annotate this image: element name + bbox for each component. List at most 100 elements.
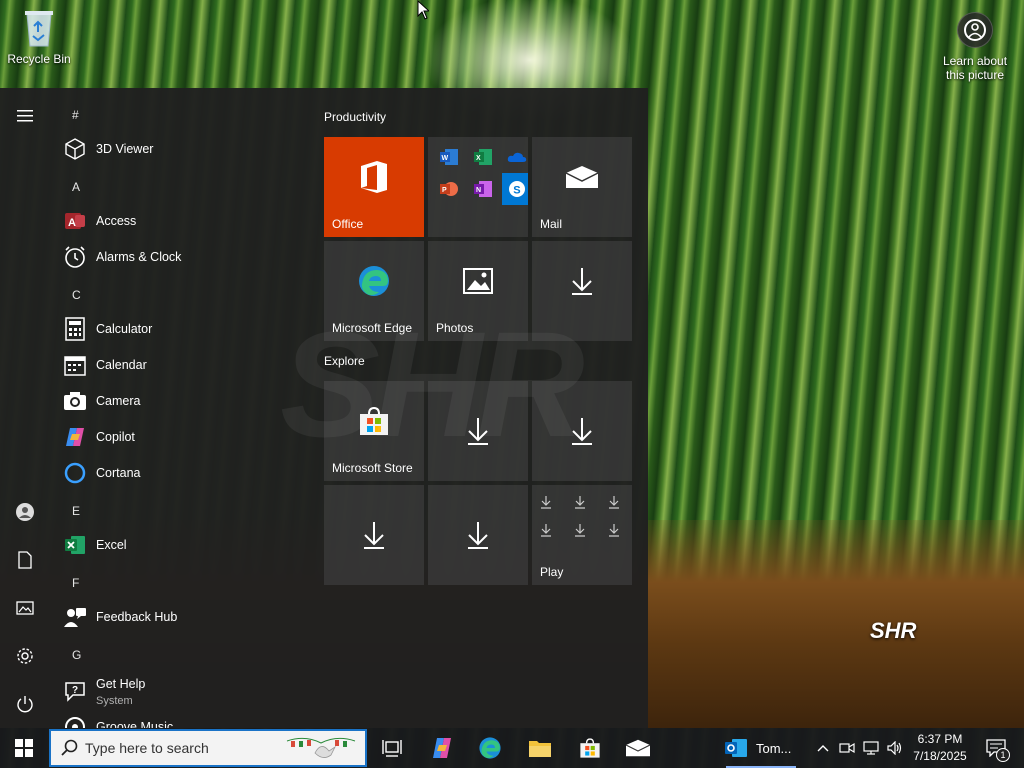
mail-taskbar-button[interactable] <box>614 728 662 768</box>
tile-microsoft-store[interactable]: Microsoft Store <box>324 381 424 481</box>
tile-photos[interactable]: Photos <box>428 241 528 341</box>
documents-button[interactable] <box>0 540 50 580</box>
letter-header[interactable]: E <box>72 504 80 518</box>
taskbar-search-box[interactable] <box>49 729 367 767</box>
calculator-icon <box>62 316 88 342</box>
folder-icon <box>529 741 551 757</box>
tile-play-folder[interactable]: Play <box>532 485 632 585</box>
recycle-bin-label: Recycle Bin <box>7 52 71 66</box>
task-view-button[interactable] <box>368 728 416 768</box>
search-highlight-icon <box>283 733 359 763</box>
windows-logo-icon <box>15 739 33 757</box>
clock-time: 6:37 PM <box>917 732 963 746</box>
expand-menu-button[interactable] <box>0 96 50 136</box>
hamburger-icon <box>17 110 33 122</box>
group-title-explore[interactable]: Explore <box>324 354 365 368</box>
cortana-icon <box>62 460 88 486</box>
meet-now-button[interactable] <box>836 728 858 768</box>
file-explorer-button[interactable] <box>516 728 564 768</box>
app-camera[interactable]: Camera <box>62 383 302 419</box>
app-get-help[interactable]: ? Get Help System <box>62 671 302 711</box>
download-icon <box>541 496 551 509</box>
tile-label: Microsoft Edge <box>332 321 413 335</box>
speaker-icon <box>887 741 902 755</box>
shr-logo: SHR <box>870 620 916 642</box>
outlook-taskbar-button[interactable]: Tom... <box>716 728 806 768</box>
gear-icon <box>17 648 33 664</box>
onenote-icon: N <box>468 175 498 203</box>
app-label: Get Help <box>96 677 146 691</box>
app-feedback-hub[interactable]: Feedback Hub <box>62 599 302 635</box>
start-button[interactable] <box>0 728 48 768</box>
letter-header[interactable]: G <box>72 648 81 662</box>
skype-icon: S <box>502 173 528 205</box>
app-alarms-clock[interactable]: Alarms & Clock <box>62 239 302 275</box>
account-button[interactable] <box>0 492 50 532</box>
notifications-button[interactable]: 1 <box>978 728 1014 768</box>
learn-label-line2: this picture <box>945 68 1005 82</box>
app-label: Groove Music <box>96 720 174 728</box>
svg-text:?: ? <box>72 685 78 696</box>
document-icon <box>18 551 32 569</box>
store-icon <box>324 381 424 461</box>
app-label: 3D Viewer <box>96 142 154 156</box>
tile-pending-download[interactable] <box>532 241 632 341</box>
letter-header[interactable]: F <box>72 576 79 590</box>
app-3d-viewer[interactable]: 3D Viewer <box>62 131 302 167</box>
app-label: Excel <box>96 538 127 552</box>
learn-about-picture-shortcut[interactable]: Learn about this picture <box>936 12 1014 82</box>
edge-icon <box>479 737 501 759</box>
power-button[interactable] <box>0 684 50 724</box>
recycle-bin-shortcut[interactable]: Recycle Bin <box>6 8 72 66</box>
powerpoint-icon: P <box>434 175 464 203</box>
app-access[interactable]: A Access <box>62 203 302 239</box>
copilot-taskbar-button[interactable] <box>418 728 466 768</box>
app-sublabel: System <box>96 695 133 707</box>
app-cortana[interactable]: Cortana <box>62 455 302 491</box>
tile-pending-download[interactable] <box>428 485 528 585</box>
group-title-productivity[interactable]: Productivity <box>324 110 386 124</box>
outlook-label: Tom... <box>756 740 792 756</box>
edge-taskbar-button[interactable] <box>466 728 514 768</box>
app-groove-music[interactable]: Groove Music <box>62 709 302 728</box>
volume-button[interactable] <box>884 728 906 768</box>
start-rail <box>0 88 50 728</box>
app-label: Calendar <box>96 358 147 372</box>
svg-text:A: A <box>68 217 76 229</box>
app-excel[interactable]: Excel <box>62 527 302 563</box>
tile-office-apps-folder[interactable]: W X P N S <box>428 137 528 237</box>
onedrive-icon <box>502 143 528 171</box>
download-icon <box>532 241 632 321</box>
office-apps-grid: W X P N S <box>434 143 528 205</box>
store-taskbar-button[interactable] <box>566 728 614 768</box>
svg-text:P: P <box>442 187 447 194</box>
download-icon <box>324 485 424 585</box>
camera-icon <box>62 388 88 414</box>
tile-microsoft-edge[interactable]: Microsoft Edge <box>324 241 424 341</box>
chevron-up-icon <box>817 745 829 752</box>
settings-button[interactable] <box>0 636 50 676</box>
tile-pending-download[interactable] <box>428 381 528 481</box>
app-copilot[interactable]: Copilot <box>62 419 302 455</box>
search-input[interactable] <box>85 740 275 756</box>
app-label: Access <box>96 214 137 228</box>
tile-office[interactable]: Office <box>324 137 424 237</box>
tile-pending-download[interactable] <box>532 381 632 481</box>
taskbar-clock[interactable]: 6:37 PM 7/18/2025 <box>906 731 974 765</box>
tile-pending-download[interactable] <box>324 485 424 585</box>
outlook-icon <box>725 739 747 757</box>
letter-header[interactable]: C <box>72 288 81 302</box>
app-calculator[interactable]: Calculator <box>62 311 302 347</box>
pictures-button[interactable] <box>0 588 50 628</box>
search-icon <box>61 739 78 756</box>
app-calendar[interactable]: Calendar <box>62 347 302 383</box>
show-hidden-icons-button[interactable] <box>812 728 834 768</box>
calendar-icon <box>62 352 88 378</box>
tile-label: Play <box>540 565 564 579</box>
letter-header[interactable]: # <box>72 108 79 122</box>
network-button[interactable] <box>860 728 882 768</box>
clock-date: 7/18/2025 <box>913 749 967 763</box>
letter-header[interactable]: A <box>72 180 80 194</box>
music-icon <box>62 714 88 728</box>
tile-mail[interactable]: Mail <box>532 137 632 237</box>
